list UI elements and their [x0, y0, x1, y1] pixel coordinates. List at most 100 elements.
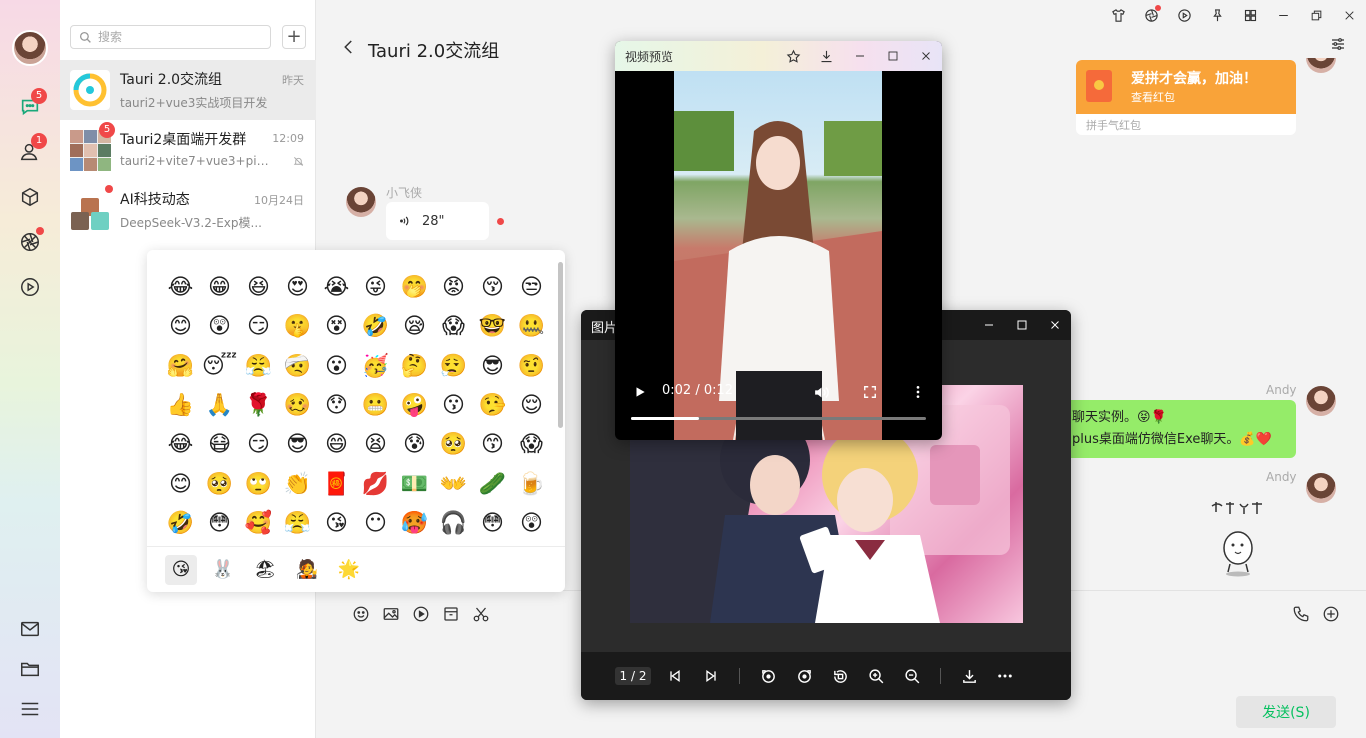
- emoji-item[interactable]: 😂: [161, 425, 200, 464]
- conversation-item-tauri-group[interactable]: Tauri 2.0交流组 昨天 tauri2+vue3实战项目开发: [60, 60, 316, 120]
- video-close-button[interactable]: [909, 41, 942, 71]
- emoji-item[interactable]: 🤓: [473, 307, 512, 346]
- emoji-item[interactable]: 😤: [239, 347, 278, 386]
- emoji-item[interactable]: 🥒: [473, 464, 512, 503]
- emoji-tab[interactable]: 🌟: [333, 555, 365, 585]
- emoji-item[interactable]: 😜: [356, 268, 395, 307]
- emoji-item[interactable]: 😎: [473, 347, 512, 386]
- favorite-button[interactable]: [777, 41, 810, 71]
- video-nav-button[interactable]: [18, 275, 42, 299]
- emoji-item[interactable]: 🥺: [434, 425, 473, 464]
- emoji-item[interactable]: 🤗: [161, 347, 200, 386]
- emoji-item[interactable]: 😚: [473, 268, 512, 307]
- more-button[interactable]: [1316, 603, 1346, 625]
- emoji-item[interactable]: 😷: [200, 425, 239, 464]
- emoji-item[interactable]: 👏: [278, 464, 317, 503]
- video-button[interactable]: [1168, 0, 1201, 30]
- emoji-item[interactable]: 😪: [395, 307, 434, 346]
- fullscreen-icon[interactable]: [863, 385, 877, 399]
- emoji-item[interactable]: 😶: [356, 504, 395, 543]
- pin-button[interactable]: [1201, 0, 1234, 30]
- rotate-left-button[interactable]: [750, 658, 786, 694]
- emoji-item[interactable]: 🙄: [239, 464, 278, 503]
- volume-icon[interactable]: [813, 384, 830, 401]
- emoji-item[interactable]: 🤕: [278, 347, 317, 386]
- emoji-item[interactable]: 🤔: [395, 347, 434, 386]
- emoji-item[interactable]: 🥳: [356, 347, 395, 386]
- emoji-item[interactable]: 😲: [200, 307, 239, 346]
- play-icon[interactable]: [633, 385, 647, 399]
- rotate-right-button[interactable]: [786, 658, 822, 694]
- search-box[interactable]: [70, 25, 271, 49]
- emoji-item[interactable]: 😊: [161, 464, 200, 503]
- emoji-item[interactable]: 🤣: [356, 307, 395, 346]
- emoji-item[interactable]: 🤐: [512, 307, 551, 346]
- emoji-item[interactable]: 🤫: [278, 307, 317, 346]
- emoji-item[interactable]: 😁: [200, 268, 239, 307]
- skin-button[interactable]: [1102, 0, 1135, 30]
- next-image-button[interactable]: [693, 658, 729, 694]
- emoji-item[interactable]: 🎧: [434, 504, 473, 543]
- emoji-scrollbar[interactable]: [558, 262, 563, 428]
- emoji-item[interactable]: 💵: [395, 464, 434, 503]
- image-button[interactable]: [376, 603, 406, 625]
- emoji-item[interactable]: 🥰: [239, 504, 278, 543]
- emoji-item[interactable]: 🥴: [278, 386, 317, 425]
- restore-button[interactable]: [1300, 0, 1333, 30]
- zoom-out-button[interactable]: [894, 658, 930, 694]
- emoji-item[interactable]: 😎: [278, 425, 317, 464]
- emoji-item[interactable]: 🤨: [512, 347, 551, 386]
- layout-button[interactable]: [1234, 0, 1267, 30]
- zoom-in-button[interactable]: [858, 658, 894, 694]
- red-packet-message[interactable]: 爱拼才会赢，加油！ 查看红包 拼手气红包: [1076, 60, 1296, 135]
- emoji-item[interactable]: 🧧: [317, 464, 356, 503]
- emoji-item[interactable]: 😯: [317, 386, 356, 425]
- mail-nav-button[interactable]: [18, 617, 42, 641]
- emoji-item[interactable]: 🥺: [200, 464, 239, 503]
- emoji-tab[interactable]: 😘: [165, 554, 197, 585]
- more-button[interactable]: [987, 658, 1023, 694]
- conversation-item-tauri2-desktop[interactable]: 5 Tauri2桌面端开发群 12:09 tauri2+vite7+vue3+p…: [60, 120, 316, 180]
- emoji-item[interactable]: 👐: [434, 464, 473, 503]
- emoji-item[interactable]: 🤣: [161, 504, 200, 543]
- emoji-item[interactable]: 😗: [434, 386, 473, 425]
- reset-button[interactable]: [822, 658, 858, 694]
- emoji-button[interactable]: [346, 603, 376, 625]
- emoji-item[interactable]: 😮‍💨: [434, 347, 473, 386]
- send-button[interactable]: 发送(S): [1236, 696, 1336, 728]
- emoji-item[interactable]: 💋: [356, 464, 395, 503]
- first-image-button[interactable]: [657, 658, 693, 694]
- emoji-item[interactable]: 🍺: [512, 464, 551, 503]
- sender-avatar[interactable]: [1306, 473, 1336, 503]
- emoji-item[interactable]: 😘: [317, 504, 356, 543]
- emoji-item[interactable]: 😡: [434, 268, 473, 307]
- emoji-item[interactable]: 😰: [395, 425, 434, 464]
- video-button[interactable]: [406, 603, 436, 625]
- emoji-item[interactable]: 😴: [200, 347, 239, 386]
- emoji-item[interactable]: 🤭: [395, 268, 434, 307]
- emoji-item[interactable]: 🌹: [239, 386, 278, 425]
- emoji-item[interactable]: 😬: [356, 386, 395, 425]
- emoji-item[interactable]: 😂: [161, 268, 200, 307]
- minimize-button[interactable]: [1267, 0, 1300, 30]
- voice-message[interactable]: 28": [386, 202, 489, 240]
- menu-nav-button[interactable]: [18, 697, 42, 721]
- emoji-item[interactable]: 😳: [473, 504, 512, 543]
- emoji-item[interactable]: 😙: [473, 425, 512, 464]
- iv-close-button[interactable]: [1038, 310, 1071, 340]
- sliders-icon[interactable]: [1330, 36, 1346, 52]
- sticker-image[interactable]: [1208, 500, 1268, 580]
- video-progress-bar[interactable]: [631, 417, 926, 420]
- video-download-button[interactable]: [810, 41, 843, 71]
- emoji-item[interactable]: 😵: [317, 307, 356, 346]
- emoji-item[interactable]: 😭: [317, 268, 356, 307]
- video-maximize-button[interactable]: [876, 41, 909, 71]
- back-arrow-icon[interactable]: [340, 38, 358, 56]
- emoji-item[interactable]: 😒: [512, 268, 551, 307]
- emoji-tab[interactable]: 🏖: [249, 555, 281, 585]
- screenshot-button[interactable]: [466, 603, 496, 625]
- iv-maximize-button[interactable]: [1005, 310, 1038, 340]
- emoji-item[interactable]: 😳: [200, 504, 239, 543]
- emoji-item[interactable]: 👍: [161, 386, 200, 425]
- emoji-item[interactable]: 😌: [512, 386, 551, 425]
